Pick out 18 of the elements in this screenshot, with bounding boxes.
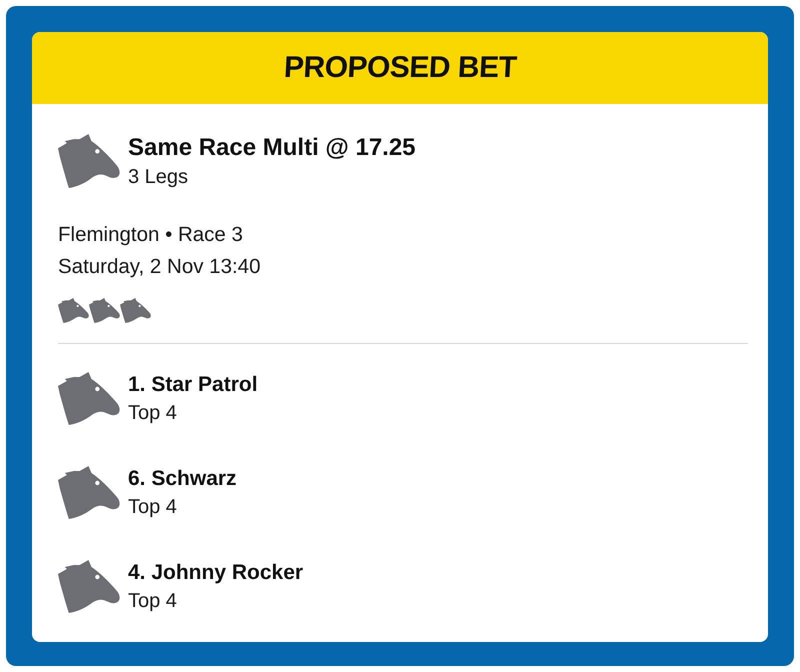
horse-head-icon — [120, 298, 151, 323]
leg-market: Top 4 — [128, 495, 177, 520]
horse-head-icon — [58, 134, 120, 188]
card-title: PROPOSED BET — [282, 51, 518, 85]
leg-market: Top 4 — [128, 589, 177, 614]
legs-count: 3 Legs — [128, 165, 188, 190]
bet-title: Same Race Multi @ 17.25 — [128, 134, 416, 162]
horse-head-icon — [58, 466, 120, 519]
horse-head-icon — [89, 298, 120, 323]
horse-head-icon — [58, 560, 120, 613]
horse-head-icon — [58, 372, 120, 425]
venue-race: Flemington • Race 3 — [58, 222, 243, 248]
runner-name: 6. Schwarz — [128, 466, 237, 492]
race-date: Saturday, 2 Nov 13:40 — [58, 254, 260, 280]
leg-market: Top 4 — [128, 401, 177, 426]
horse-head-icon — [58, 298, 89, 323]
runner-name: 4. Johnny Rocker — [128, 560, 304, 586]
runner-name: 1. Star Patrol — [128, 372, 258, 398]
